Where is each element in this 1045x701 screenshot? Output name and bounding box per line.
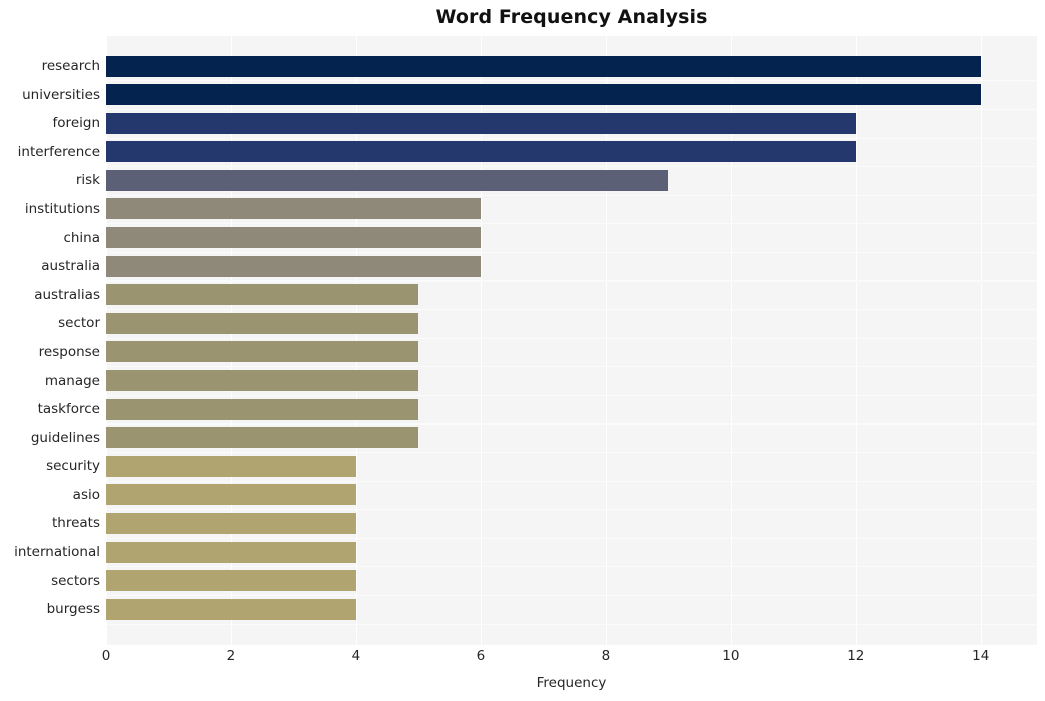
y-tick-label-australia: australia (41, 258, 100, 275)
bar-research[interactable] (106, 55, 981, 77)
bar-taskforce[interactable] (106, 398, 419, 420)
y-tick-label-manage: manage (44, 372, 100, 389)
bar-international[interactable] (106, 541, 356, 563)
x-tick-label-10: 10 (722, 648, 740, 664)
x-tick-label-0: 0 (101, 648, 111, 664)
y-tick-label-risk: risk (75, 172, 100, 189)
y-tick-label-institutions: institutions (24, 200, 100, 217)
bar-china[interactable] (106, 227, 481, 249)
bars-layer (106, 36, 1037, 645)
y-tick-label-security: security (46, 458, 100, 475)
bar-universities[interactable] (106, 84, 981, 106)
bar-australias[interactable] (106, 284, 419, 306)
y-tick-label-asio: asio (72, 486, 100, 503)
chart-figure: Word Frequency Analysis research universi… (0, 0, 1045, 701)
y-tick-label-interference: interference (17, 143, 100, 160)
x-axis-title: Frequency (536, 675, 607, 691)
y-tick-label-taskforce: taskforce (37, 401, 100, 418)
bar-interference[interactable] (106, 141, 856, 163)
page-title: Word Frequency Analysis (435, 6, 708, 28)
x-tick-label-6: 6 (476, 648, 486, 664)
y-tick-label-universities: universities (22, 86, 100, 103)
bar-asio[interactable] (106, 484, 356, 506)
bar-burgess[interactable] (106, 598, 356, 620)
y-tick-label-burgess: burgess (46, 601, 100, 618)
y-tick-label-international: international (14, 544, 100, 561)
x-tick-label-4: 4 (351, 648, 361, 664)
y-tick-label-response: response (38, 343, 100, 360)
bar-threats[interactable] (106, 512, 356, 534)
y-tick-label-research: research (41, 58, 100, 75)
bar-guidelines[interactable] (106, 427, 419, 449)
x-tick-label-14: 14 (972, 648, 990, 664)
bar-security[interactable] (106, 455, 356, 477)
bar-institutions[interactable] (106, 198, 481, 220)
y-axis-tick-labels: research universities foreign interference r… (0, 36, 100, 645)
y-tick-label-threats: threats (51, 515, 100, 532)
bar-risk[interactable] (106, 169, 669, 191)
y-tick-label-sector: sector (58, 315, 100, 332)
y-tick-label-guidelines: guidelines (30, 429, 100, 446)
plot-area (106, 36, 1037, 645)
y-tick-label-sectors: sectors (51, 572, 100, 589)
y-tick-label-foreign: foreign (52, 115, 100, 132)
bar-sector[interactable] (106, 312, 419, 334)
x-tick-label-2: 2 (226, 648, 236, 664)
bar-foreign[interactable] (106, 112, 856, 134)
bar-response[interactable] (106, 341, 419, 363)
y-tick-label-china: china (63, 229, 100, 246)
bar-australia[interactable] (106, 255, 481, 277)
x-axis-tick-labels: 0 2 4 6 8 10 12 14 (0, 648, 1045, 672)
bar-manage[interactable] (106, 370, 419, 392)
x-tick-label-12: 12 (847, 648, 865, 664)
x-tick-label-8: 8 (601, 648, 611, 664)
bar-sectors[interactable] (106, 570, 356, 592)
y-tick-label-australias: australias (34, 286, 100, 303)
